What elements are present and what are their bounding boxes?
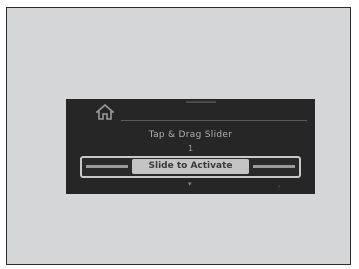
corner-mark-icon: ◦ (277, 183, 282, 191)
header-divider (121, 120, 307, 121)
step-indicator: 1 (187, 144, 194, 153)
caret-down-icon: ▾ (188, 180, 192, 188)
figure-frame: Tap & Drag Slider 1 Slide to Activate ▾ … (6, 7, 351, 265)
prompt-text: Tap & Drag Slider (148, 130, 233, 140)
header-indicator (186, 101, 216, 103)
home-icon[interactable] (94, 103, 116, 120)
slider-track-left (86, 165, 128, 168)
slider-track-right (253, 165, 295, 168)
display-screen: Tap & Drag Slider 1 Slide to Activate ▾ … (66, 99, 315, 194)
activation-slider[interactable]: Slide to Activate (80, 156, 301, 178)
slider-knob[interactable]: Slide to Activate (132, 159, 249, 174)
